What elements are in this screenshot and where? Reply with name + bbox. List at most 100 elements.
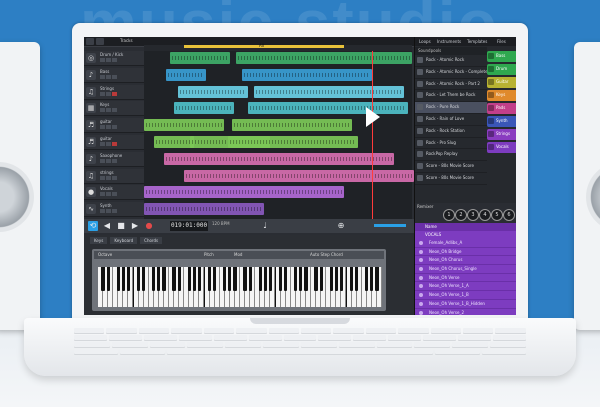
track-header[interactable]: ∿ Synth — [84, 202, 144, 218]
black-key[interactable] — [207, 267, 212, 291]
track-header[interactable]: ♪ Bass — [84, 67, 144, 83]
black-key[interactable] — [177, 267, 181, 291]
menu-icon[interactable] — [86, 38, 94, 45]
track-header[interactable]: ♪ Saxophone — [84, 151, 144, 167]
vocals-folder[interactable]: VOCALS — [415, 231, 516, 239]
black-key[interactable] — [339, 267, 344, 291]
zoom-icon[interactable]: ⊕ — [336, 221, 346, 231]
track-buttons[interactable] — [100, 158, 117, 163]
vocal-loop-item[interactable]: Female_Adlibs_A — [415, 239, 516, 248]
solo-button[interactable] — [106, 74, 111, 79]
vocal-loop-item[interactable]: Neon_Oh Verse_1_A — [415, 282, 516, 292]
track-buttons[interactable] — [100, 209, 117, 214]
auto-chord-toggle[interactable]: Auto Step Chord — [310, 252, 343, 257]
track-buttons[interactable] — [100, 58, 117, 62]
record-arm-button[interactable] — [112, 192, 117, 197]
record-arm-button[interactable] — [112, 209, 117, 214]
audio-clip[interactable] — [236, 52, 412, 64]
loop-icon[interactable]: ⟲ — [88, 221, 98, 231]
rewind-icon[interactable]: ◀ — [102, 221, 112, 231]
solo-button[interactable] — [106, 158, 111, 163]
record-icon[interactable]: ● — [144, 221, 154, 231]
track-header[interactable]: ▦ Keys — [84, 101, 144, 117]
play-icon[interactable]: ▶ — [130, 221, 140, 231]
solo-button[interactable] — [106, 209, 111, 214]
soundpool-item[interactable]: Rock - Rain of Love — [415, 114, 487, 126]
track-buttons[interactable] — [100, 91, 117, 96]
mute-button[interactable] — [100, 158, 105, 163]
solo-button[interactable] — [106, 58, 111, 62]
pitch-control[interactable]: Pitch — [204, 252, 214, 257]
mute-button[interactable] — [100, 125, 105, 130]
vocal-loop-item[interactable]: Neon_Oh Verse_1_B_Hidden — [415, 300, 516, 309]
track-header[interactable]: ♬ guitar — [84, 135, 144, 150]
mute-button[interactable] — [100, 91, 105, 96]
black-key[interactable] — [299, 267, 303, 291]
tab-instruments[interactable]: Instruments — [437, 39, 461, 44]
mute-button[interactable] — [100, 175, 105, 180]
black-key[interactable] — [101, 267, 105, 291]
category-button[interactable]: Drum — [487, 64, 516, 75]
soundpool-item[interactable]: Score - 80s Movie Score — [415, 173, 487, 185]
black-key[interactable] — [172, 267, 176, 291]
black-key[interactable] — [349, 267, 354, 291]
audio-clip[interactable] — [242, 68, 372, 81]
black-key[interactable] — [187, 267, 191, 291]
black-key[interactable] — [197, 267, 202, 291]
black-key[interactable] — [355, 267, 359, 291]
track-buttons[interactable] — [100, 175, 117, 180]
audio-clip[interactable] — [170, 52, 230, 64]
soundpool-item[interactable]: Rock - Atomic Rock - Part 2 — [415, 79, 487, 91]
audio-clip[interactable] — [164, 152, 394, 165]
remix-knob[interactable]: 3 — [467, 209, 479, 221]
vocal-loop-item[interactable]: Neon_Oh Verse — [415, 274, 516, 283]
black-key[interactable] — [304, 267, 308, 291]
mute-button[interactable] — [100, 142, 105, 146]
octave-control[interactable]: Octave — [98, 252, 112, 257]
vocal-loop-item[interactable]: Neon_Oh Verse_2 — [415, 309, 516, 316]
audio-clip[interactable] — [144, 119, 224, 132]
audio-clip[interactable] — [248, 102, 408, 115]
tab-templates[interactable]: Templates — [467, 39, 487, 44]
black-key[interactable] — [136, 267, 141, 291]
audio-clip[interactable] — [174, 102, 234, 115]
track-buttons[interactable] — [100, 108, 117, 113]
loop-range[interactable] — [184, 45, 344, 48]
black-key[interactable] — [284, 267, 288, 291]
black-key[interactable] — [258, 267, 262, 291]
mute-button[interactable] — [100, 209, 105, 214]
black-key[interactable] — [365, 267, 369, 291]
track-header[interactable]: ♫ strings — [84, 168, 144, 184]
black-key[interactable] — [243, 267, 247, 291]
tab-chords[interactable]: Chords — [140, 237, 163, 244]
black-key[interactable] — [192, 267, 196, 291]
mute-button[interactable] — [100, 192, 105, 197]
audio-clip[interactable] — [144, 203, 264, 216]
vocal-loop-item[interactable]: Neon_Oh Chorus_Single — [415, 265, 516, 274]
soundpool-item[interactable]: Rock - Let Them be Rock — [415, 90, 487, 103]
audio-clip[interactable] — [228, 136, 358, 148]
track-header[interactable]: ♫ Strings — [84, 84, 144, 100]
black-key[interactable] — [152, 267, 156, 291]
black-key[interactable] — [106, 267, 110, 291]
solo-button[interactable] — [106, 91, 111, 96]
tab-keyboard[interactable]: Keyboard — [110, 237, 138, 244]
soundpool-item[interactable]: Rock - Rock Station — [415, 126, 487, 138]
tab-files[interactable]: Files — [497, 39, 506, 44]
record-arm-button[interactable] — [112, 58, 117, 62]
black-key[interactable] — [334, 267, 338, 291]
record-arm-button[interactable] — [112, 108, 117, 113]
category-button[interactable]: Synth — [487, 116, 516, 127]
track-buttons[interactable] — [100, 192, 117, 197]
remix-knob[interactable]: 2 — [455, 209, 467, 221]
track-buttons[interactable] — [100, 74, 117, 79]
tab-loops[interactable]: Loops — [419, 39, 431, 44]
category-button[interactable]: Keys — [487, 90, 516, 101]
category-button[interactable]: Pads — [487, 103, 516, 114]
audio-clip[interactable] — [166, 68, 206, 81]
track-buttons[interactable] — [100, 142, 117, 146]
black-key[interactable] — [294, 267, 298, 291]
category-button[interactable]: Strings — [487, 129, 516, 140]
audio-clip[interactable] — [144, 186, 344, 199]
audio-clip[interactable] — [178, 85, 248, 98]
